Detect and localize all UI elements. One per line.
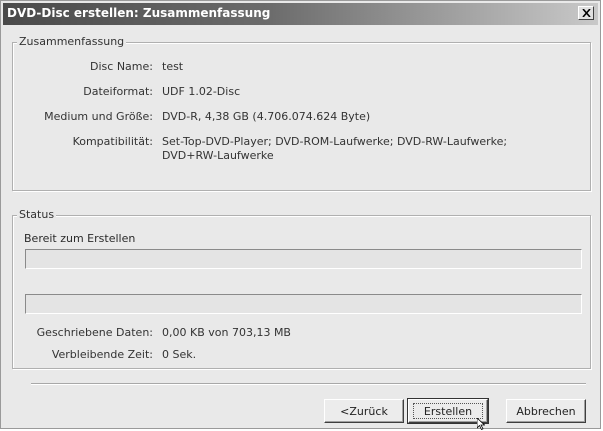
written-data-label: Geschriebene Daten:	[36, 326, 153, 339]
status-text: Bereit zum Erstellen	[24, 232, 136, 245]
back-button[interactable]: <Zurück	[324, 399, 404, 423]
close-button[interactable]	[578, 6, 594, 20]
remaining-time-label: Verbleibende Zeit:	[51, 348, 153, 361]
create-button[interactable]: Erstellen	[407, 398, 489, 424]
cancel-button[interactable]: Abbrechen	[506, 399, 586, 423]
progress-bar-total	[25, 249, 582, 269]
medium-size-value: DVD-R, 4,38 GB (4.706.074.624 Byte)	[162, 110, 371, 123]
file-format-label: Dateiformat:	[83, 85, 153, 98]
medium-size-label: Medium und Größe:	[44, 110, 153, 123]
close-icon	[582, 9, 591, 17]
summary-group-label: Zusammenfassung	[17, 35, 127, 48]
mouse-cursor-icon	[477, 418, 485, 430]
compatibility-value-line2: DVD+RW-Laufwerke	[162, 149, 274, 162]
button-separator	[31, 383, 586, 385]
summary-group: Zusammenfassung Disc Name: test Dateifor…	[12, 35, 591, 191]
disc-name-value: test	[162, 60, 184, 73]
focus-indicator	[413, 403, 483, 419]
written-data-value: 0,00 KB von 703,13 MB	[162, 326, 291, 339]
status-group-label: Status	[17, 208, 57, 221]
compatibility-value: Set-Top-DVD-Player; DVD-ROM-Laufwerke; D…	[162, 135, 508, 148]
progress-bar-current	[25, 294, 582, 314]
file-format-value: UDF 1.02-Disc	[162, 85, 241, 98]
compatibility-label: Kompatibilität:	[72, 135, 153, 148]
status-group: Status Bereit zum Erstellen Geschriebene…	[12, 208, 591, 369]
title-bar[interactable]: DVD-Disc erstellen: Zusammenfassung	[3, 3, 598, 25]
disc-name-label: Disc Name:	[90, 60, 153, 73]
window-title: DVD-Disc erstellen: Zusammenfassung	[7, 6, 271, 20]
dialog-window: DVD-Disc erstellen: Zusammenfassung Zusa…	[0, 0, 601, 430]
remaining-time-value: 0 Sek.	[162, 348, 197, 361]
